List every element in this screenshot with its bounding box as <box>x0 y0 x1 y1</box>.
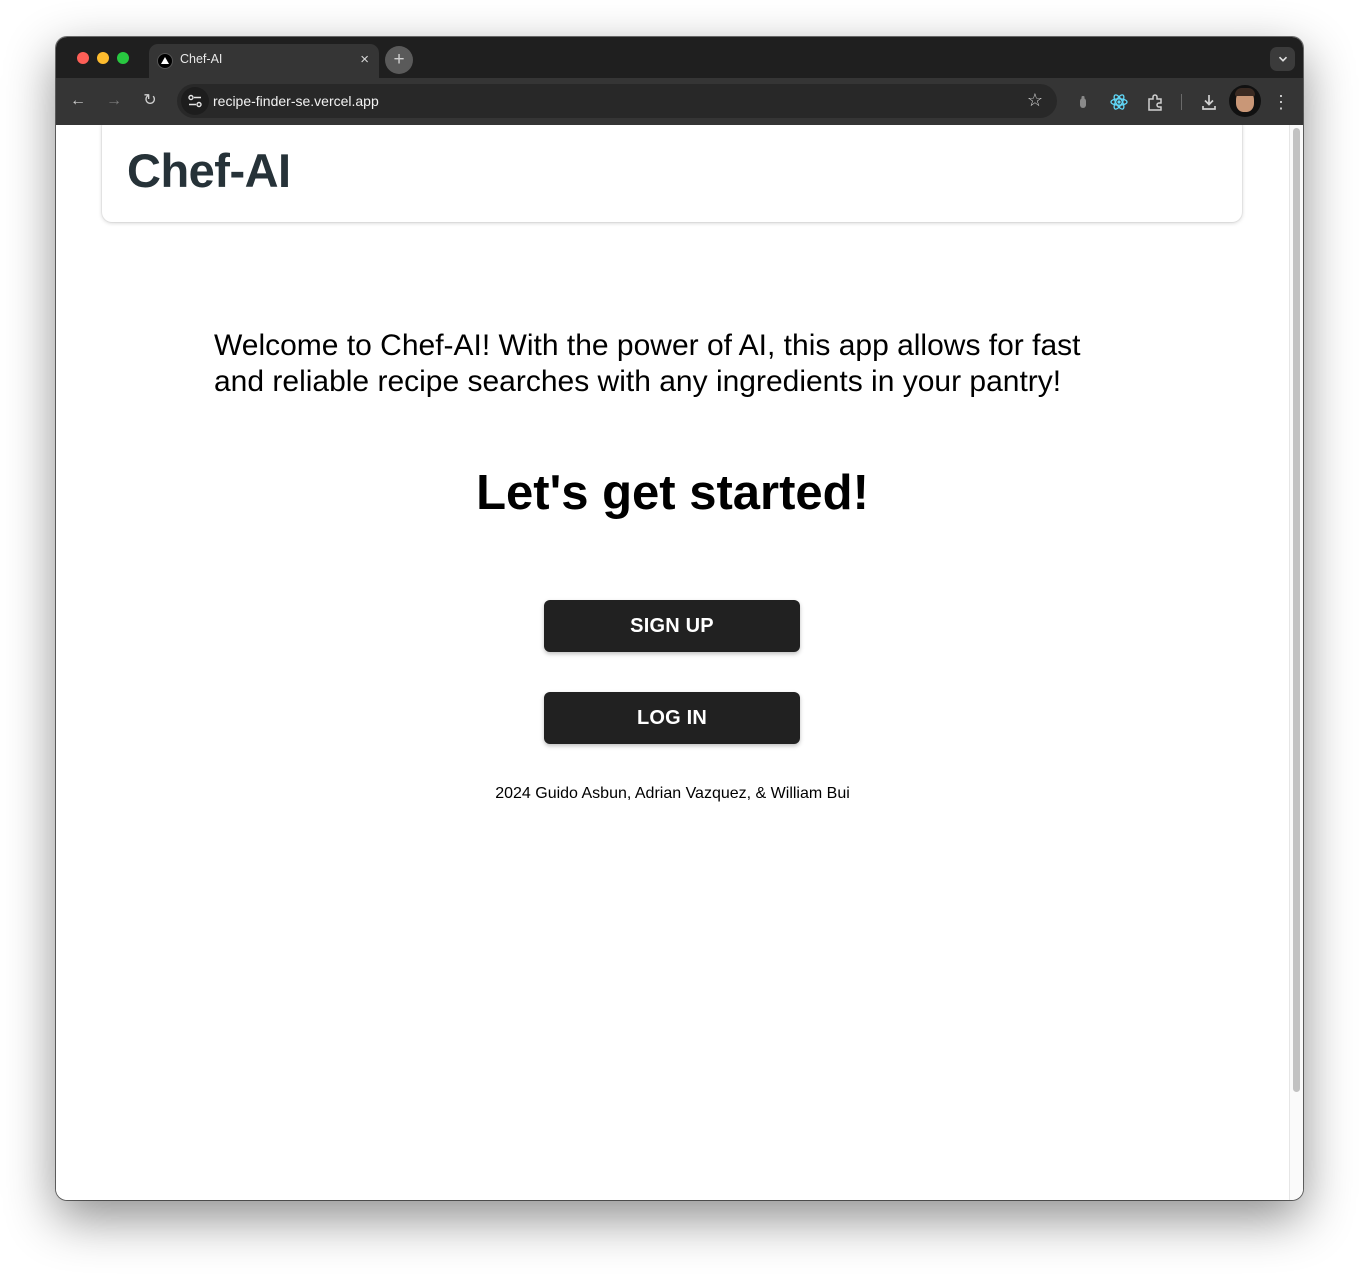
cta-heading: Let's get started! <box>476 466 869 520</box>
close-icon[interactable]: × <box>360 50 369 70</box>
log-in-button[interactable]: LOG IN <box>544 692 800 744</box>
vercel-favicon-icon <box>157 53 173 69</box>
url-text: recipe-finder-se.vercel.app <box>213 93 379 109</box>
scrollbar-thumb[interactable] <box>1293 128 1300 1092</box>
tab-strip: Chef-AI × + <box>56 37 1303 78</box>
page-viewport: Chef-AI Welcome to Chef-AI! With the pow… <box>56 125 1289 1200</box>
puzzle-icon[interactable] <box>1144 91 1166 113</box>
forward-arrow-icon[interactable]: → <box>103 90 125 112</box>
tab-chef-ai[interactable]: Chef-AI × <box>149 44 379 78</box>
back-arrow-icon[interactable]: ← <box>67 90 89 112</box>
tab-title: Chef-AI <box>180 52 223 66</box>
minimize-window-button[interactable] <box>97 52 109 64</box>
site-header: Chef-AI <box>102 125 1242 222</box>
footer-credits: 2024 Guido Asbun, Adrian Vazquez, & Will… <box>495 785 850 802</box>
chevron-down-icon[interactable] <box>1270 47 1295 71</box>
download-icon[interactable] <box>1198 91 1220 113</box>
star-icon[interactable]: ☆ <box>1027 90 1043 111</box>
extension-icon[interactable] <box>1072 91 1094 113</box>
maximize-window-button[interactable] <box>117 52 129 64</box>
address-bar[interactable]: recipe-finder-se.vercel.app ☆ <box>177 84 1057 118</box>
vertical-scrollbar[interactable] <box>1289 125 1303 1200</box>
close-window-button[interactable] <box>77 52 89 64</box>
more-vert-icon[interactable]: ⋮ <box>1270 91 1292 113</box>
browser-toolbar: ← → ↻ recipe-finder-se.vercel.app ☆ ⋮ <box>56 78 1303 125</box>
browser-window: Chef-AI × + ← → ↻ recipe-finder-se.verce… <box>56 37 1303 1200</box>
profile-avatar[interactable] <box>1229 85 1261 117</box>
toolbar-divider <box>1181 94 1182 110</box>
sign-up-button[interactable]: SIGN UP <box>544 600 800 652</box>
reload-icon[interactable]: ↻ <box>139 90 161 112</box>
site-title: Chef-AI <box>127 144 291 197</box>
react-devtools-icon[interactable] <box>1108 91 1130 113</box>
site-info-icon[interactable] <box>181 87 209 115</box>
new-tab-button[interactable]: + <box>385 46 413 74</box>
avatar-hair <box>1235 88 1255 96</box>
intro-text: Welcome to Chef-AI! With the power of AI… <box>214 329 1081 398</box>
